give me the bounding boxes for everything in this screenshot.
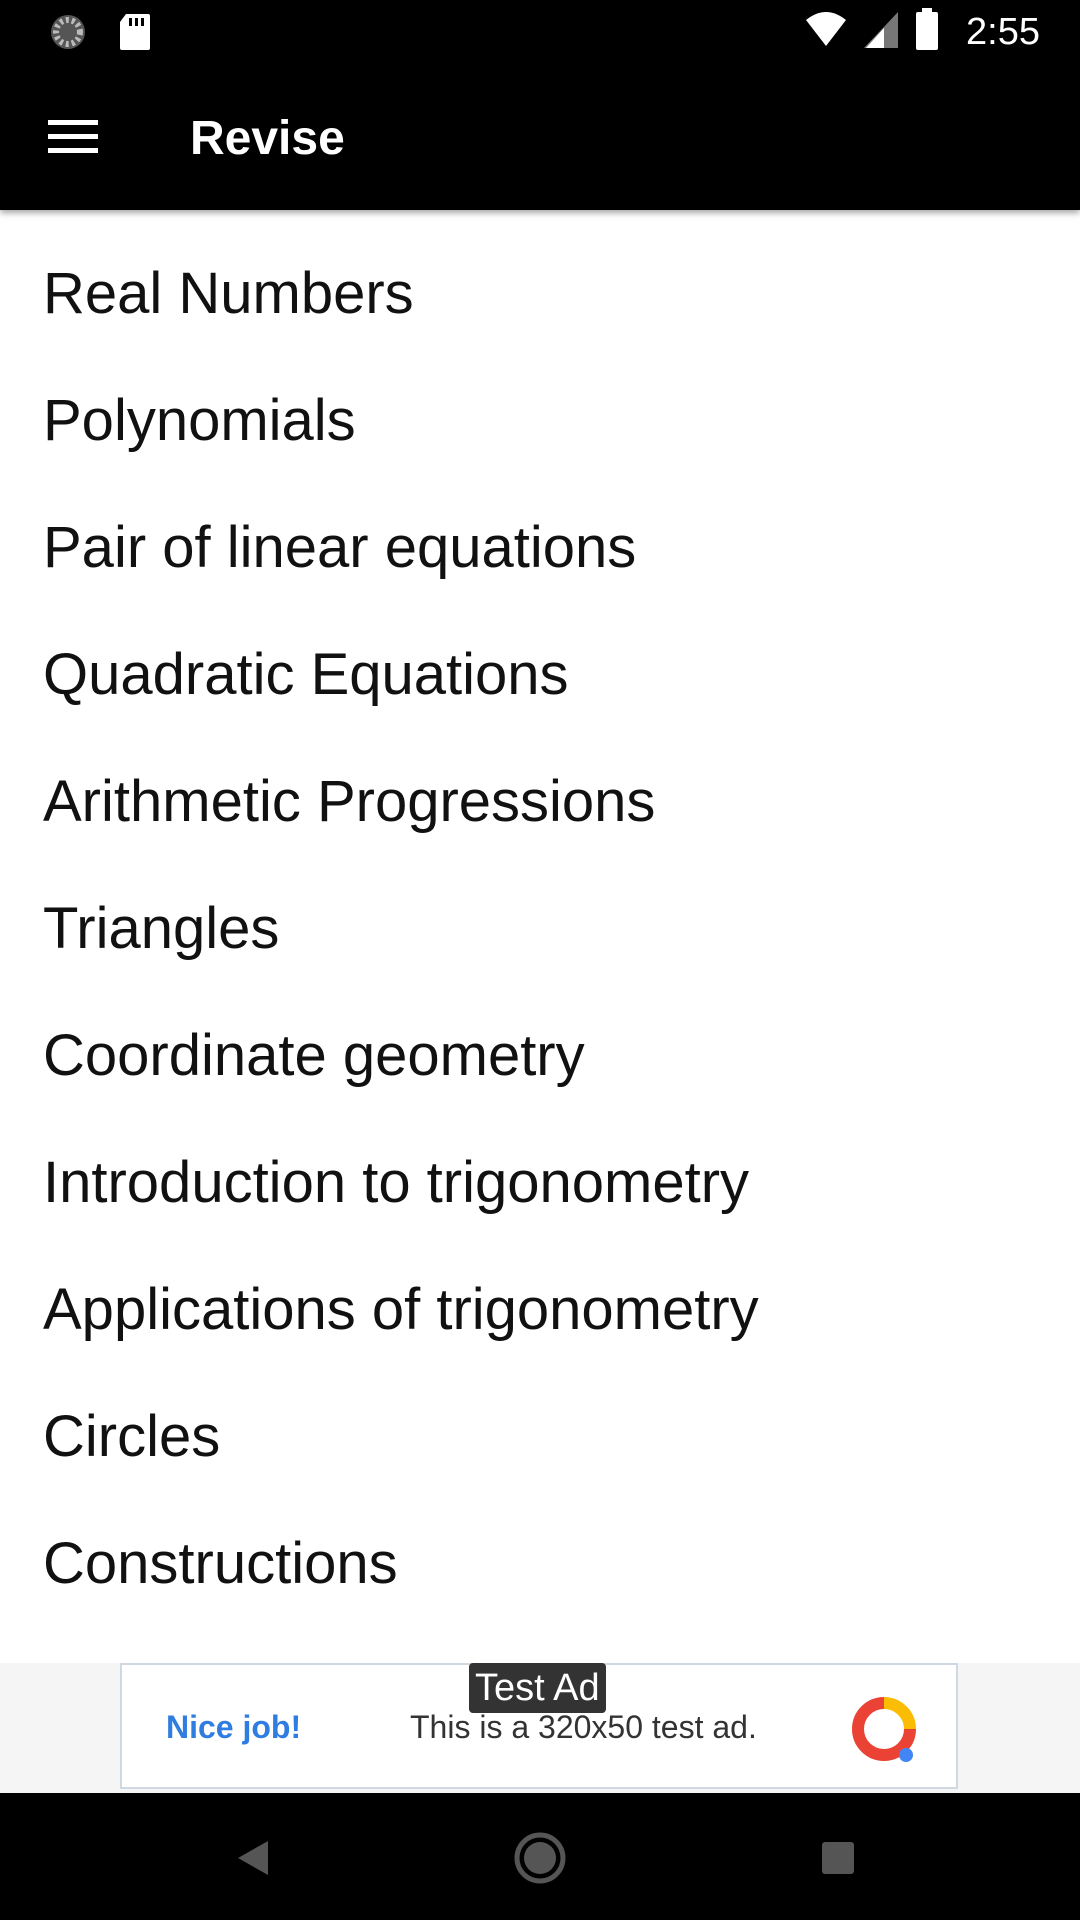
ad-text: This is a 320x50 test ad. <box>410 1709 757 1745</box>
list-item-applications-of-trigonometry[interactable]: Applications of trigonometry <box>0 1246 1080 1373</box>
hamburger-menu-icon[interactable] <box>48 118 98 156</box>
list-item-triangles[interactable]: Triangles <box>0 865 1080 992</box>
system-nav-bar <box>0 1793 1080 1920</box>
list-item-quadratic-equations[interactable]: Quadratic Equations <box>0 611 1080 738</box>
list-item-real-numbers[interactable]: Real Numbers <box>0 230 1080 357</box>
ad-logo-icon <box>850 1695 918 1765</box>
back-icon[interactable] <box>220 1823 290 1893</box>
list-item-polynomials[interactable]: Polynomials <box>0 357 1080 484</box>
sd-card-icon <box>118 12 152 57</box>
loading-icon <box>48 12 88 57</box>
app-bar: Revise <box>0 63 1080 210</box>
test-ad-label: Test Ad <box>469 1663 606 1713</box>
list-item-constructions[interactable]: Constructions <box>0 1500 1080 1627</box>
signal-icon <box>862 10 900 55</box>
ad-headline: Nice job! <box>166 1709 302 1745</box>
status-time: 2:55 <box>966 11 1040 53</box>
list-item-circles[interactable]: Circles <box>0 1373 1080 1500</box>
list-item-arithmetic-progressions[interactable]: Arithmetic Progressions <box>0 738 1080 865</box>
list-item-introduction-to-trigonometry[interactable]: Introduction to trigonometry <box>0 1119 1080 1246</box>
list-item-coordinate-geometry[interactable]: Coordinate geometry <box>0 992 1080 1119</box>
page-title: Revise <box>190 112 345 165</box>
home-icon[interactable] <box>505 1823 575 1893</box>
list-item-pair-of-linear-equations[interactable]: Pair of linear equations <box>0 484 1080 611</box>
recents-icon[interactable] <box>803 1823 873 1893</box>
topic-list: Real Numbers Polynomials Pair of linear … <box>0 230 1080 1627</box>
battery-icon <box>914 8 940 57</box>
wifi-icon <box>804 10 848 55</box>
status-bar: 2:55 <box>0 0 1080 63</box>
